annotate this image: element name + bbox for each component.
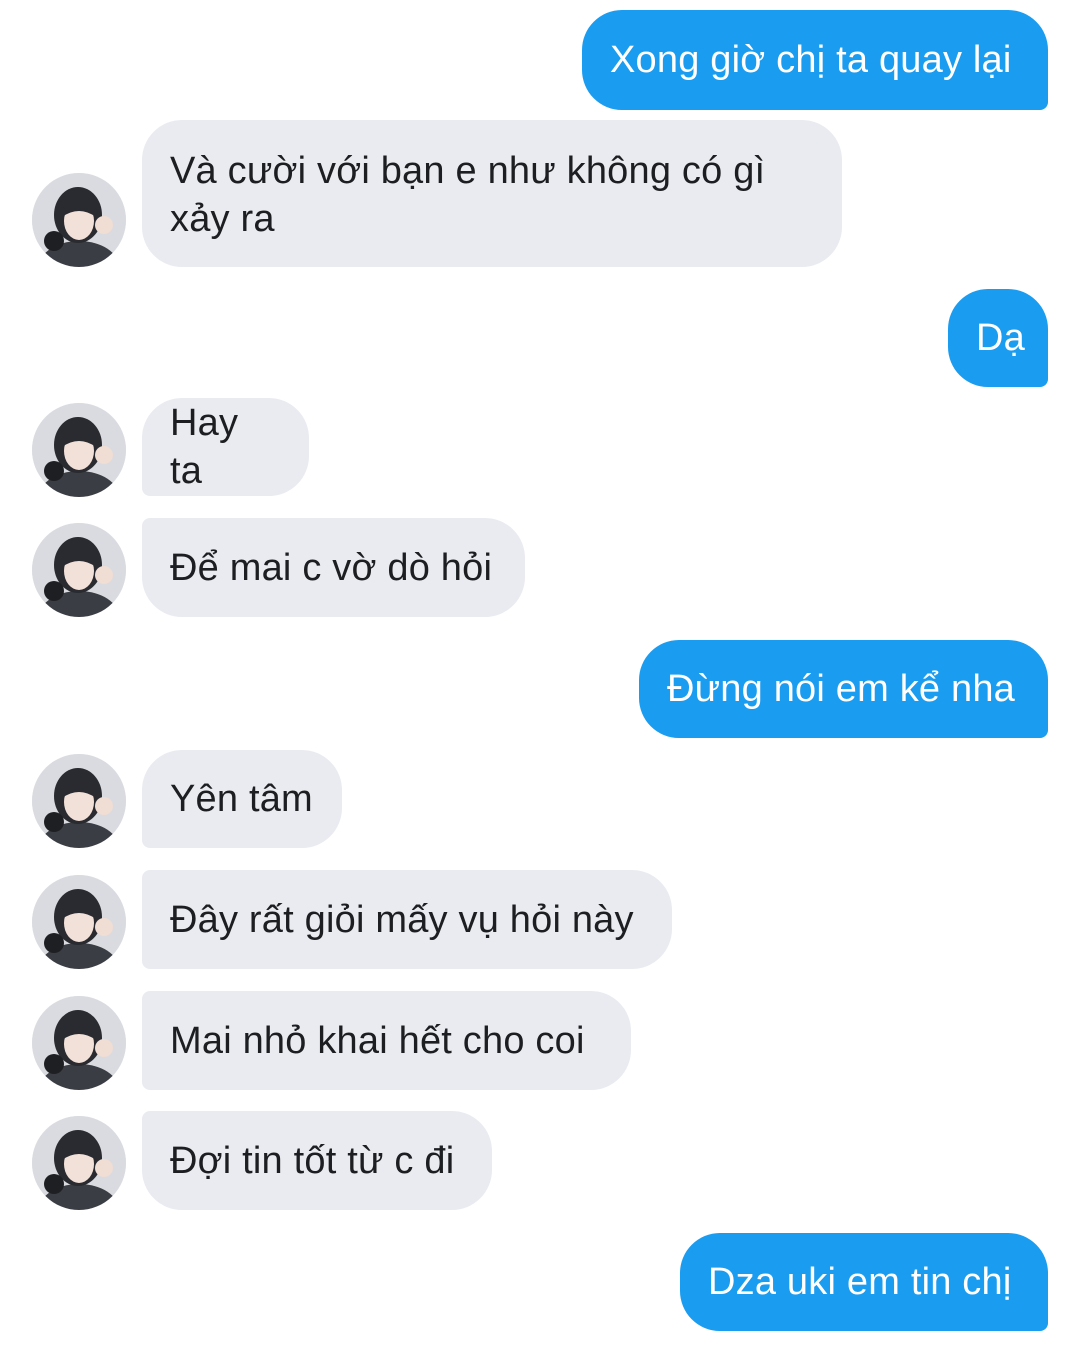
contact-avatar[interactable] xyxy=(32,875,126,969)
incoming-message[interactable]: Và cười với bạn e như không có gì xảy ra xyxy=(142,120,842,267)
contact-avatar[interactable] xyxy=(32,1116,126,1210)
outgoing-message[interactable]: Đừng nói em kể nha xyxy=(639,640,1048,738)
contact-avatar[interactable] xyxy=(32,523,126,617)
avatar-photo-icon xyxy=(32,173,126,267)
contact-avatar[interactable] xyxy=(32,403,126,497)
outgoing-message[interactable]: Xong giờ chị ta quay lại xyxy=(582,10,1048,110)
avatar-photo-icon xyxy=(32,1116,126,1210)
contact-avatar[interactable] xyxy=(32,173,126,267)
avatar-photo-icon xyxy=(32,403,126,497)
contact-avatar[interactable] xyxy=(32,996,126,1090)
incoming-message[interactable]: Đợi tin tốt từ c đi xyxy=(142,1111,492,1210)
contact-avatar[interactable] xyxy=(32,754,126,848)
incoming-message[interactable]: Mai nhỏ khai hết cho coi xyxy=(142,991,631,1090)
outgoing-message[interactable]: Dạ xyxy=(948,289,1048,387)
incoming-message[interactable]: Yên tâm xyxy=(142,750,342,848)
chat-thread: Xong giờ chị ta quay lại Và cười với bạn… xyxy=(0,0,1080,1352)
incoming-message[interactable]: Để mai c vờ dò hỏi xyxy=(142,518,525,617)
avatar-photo-icon xyxy=(32,523,126,617)
avatar-photo-icon xyxy=(32,754,126,848)
avatar-photo-icon xyxy=(32,875,126,969)
incoming-message[interactable]: Hay ta xyxy=(142,398,309,496)
incoming-message[interactable]: Đây rất giỏi mấy vụ hỏi này xyxy=(142,870,672,969)
avatar-photo-icon xyxy=(32,996,126,1090)
outgoing-message[interactable]: Dza uki em tin chị xyxy=(680,1233,1048,1331)
